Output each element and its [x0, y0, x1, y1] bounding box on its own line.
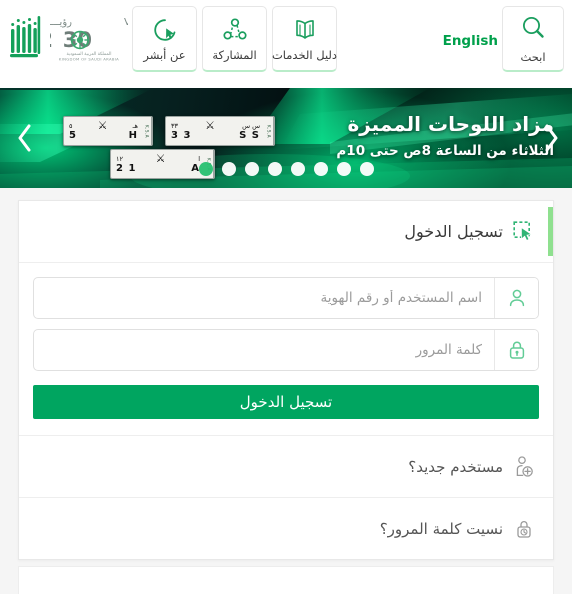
nav-button-participation[interactable]: المشاركة	[202, 6, 267, 72]
nav-button-label: دليل الخدمات	[271, 48, 338, 62]
banner-text-block: مزاد اللوحات المميزة الثلاثاء من الساعة …	[336, 112, 554, 159]
carousel-dot[interactable]	[267, 162, 282, 176]
plate-en-letters: S S	[239, 130, 260, 142]
nav-button-label: عن أبشر	[143, 48, 186, 62]
login-card-header: تسجيل الدخول	[19, 201, 553, 263]
plate-ar-letters: هـ	[132, 121, 138, 130]
svg-text:KINGDOM OF SAUDI ARABIA: KINGDOM OF SAUDI ARABIA	[59, 57, 119, 62]
login-card: تسجيل الدخول اسم المستخدم أو رقم الهوية …	[18, 200, 554, 560]
plate-en-digits: 3 3	[171, 130, 192, 142]
svg-text:2: 2	[50, 28, 53, 52]
license-plate: K.S.A س س ⚔ ٣٣ S S 3 3	[165, 116, 275, 146]
share-network-icon	[220, 15, 250, 45]
cursor-pie-icon	[150, 15, 180, 45]
username-field-wrapper	[33, 277, 539, 319]
plate-country-strip: K.S.A	[143, 117, 152, 145]
plate-ar-digits: ٣٣	[171, 121, 178, 130]
plate-ar-letters: س س	[242, 121, 260, 130]
carousel-dot[interactable]	[313, 162, 328, 176]
password-field-wrapper	[33, 329, 539, 371]
absher-logo	[8, 11, 42, 67]
new-user-link[interactable]: مستخدم جديد؟	[19, 435, 553, 497]
brand-logos: VISION رؤيـــة 2 30	[8, 6, 166, 72]
search-button[interactable]: ابحث	[502, 6, 564, 72]
main-content: تسجيل الدخول اسم المستخدم أو رقم الهوية …	[0, 188, 572, 594]
svg-text:VISION: VISION	[124, 17, 128, 28]
lock-icon	[494, 330, 538, 370]
username-input[interactable]	[34, 278, 494, 318]
carousel-dot[interactable]	[290, 162, 305, 176]
carousel-dot[interactable]	[359, 162, 374, 176]
page-bottom-section	[18, 566, 554, 594]
banner-title: مزاد اللوحات المميزة	[347, 112, 554, 136]
password-input[interactable]	[34, 330, 494, 370]
user-icon	[494, 278, 538, 318]
nav-button-services-guide[interactable]: دليل الخدمات	[272, 6, 337, 72]
book-icon	[290, 15, 320, 45]
cursor-select-icon	[513, 220, 535, 243]
promo-banner-carousel: K.S.A هـ ⚔ ٥ H 5 K.S.A س س ⚔ ٣٣ S S 3 3 …	[0, 88, 572, 188]
login-card-title: تسجيل الدخول	[404, 222, 503, 241]
plate-ar-digits: ٥	[69, 121, 73, 130]
site-header: ابحث English دليل الخدمات المشاركة عن أب…	[0, 0, 572, 88]
carousel-dot[interactable]	[221, 162, 236, 176]
forgot-password-link[interactable]: نسيت كلمة المرور؟	[19, 497, 553, 559]
chevron-left-icon	[18, 124, 31, 152]
search-icon	[519, 14, 547, 46]
header-nav-buttons: دليل الخدمات المشاركة عن أبشر	[132, 6, 337, 72]
plate-en-letters: H	[128, 130, 138, 142]
nav-button-label: المشاركة	[212, 48, 257, 62]
card-accent-bar	[548, 207, 553, 256]
search-button-label: ابحث	[520, 49, 546, 64]
license-plate: K.S.A هـ ⚔ ٥ H 5	[63, 116, 153, 146]
plate-country-strip: K.S.A	[265, 117, 274, 145]
carousel-prev-arrow[interactable]	[10, 118, 40, 158]
carousel-dots	[0, 162, 572, 176]
nav-button-about-absher[interactable]: عن أبشر	[132, 6, 197, 72]
language-toggle[interactable]: English	[443, 33, 498, 49]
new-user-link-label: مستخدم جديد؟	[408, 457, 503, 476]
login-submit-button[interactable]: تسجيل الدخول	[33, 385, 539, 419]
svg-text:رؤيـــة: رؤيـــة	[50, 17, 72, 28]
carousel-dot[interactable]	[336, 162, 351, 176]
carousel-dot[interactable]	[244, 162, 259, 176]
login-form: تسجيل الدخول	[19, 263, 553, 435]
plate-en-digits: 5	[69, 130, 77, 142]
saudi-emblem-icon: ⚔	[205, 119, 215, 133]
lock-clock-icon	[513, 517, 535, 541]
carousel-next-arrow[interactable]	[536, 118, 566, 158]
forgot-password-link-label: نسيت كلمة المرور؟	[379, 519, 503, 538]
vision-2030-logo: VISION رؤيـــة 2 30	[38, 11, 165, 67]
saudi-emblem-icon: ⚔	[97, 119, 108, 133]
banner-subtitle: الثلاثاء من الساعة 8ص حتى 10م	[336, 143, 554, 159]
carousel-dot[interactable]	[198, 162, 213, 176]
add-user-icon	[513, 455, 535, 479]
chevron-right-icon	[545, 124, 558, 152]
